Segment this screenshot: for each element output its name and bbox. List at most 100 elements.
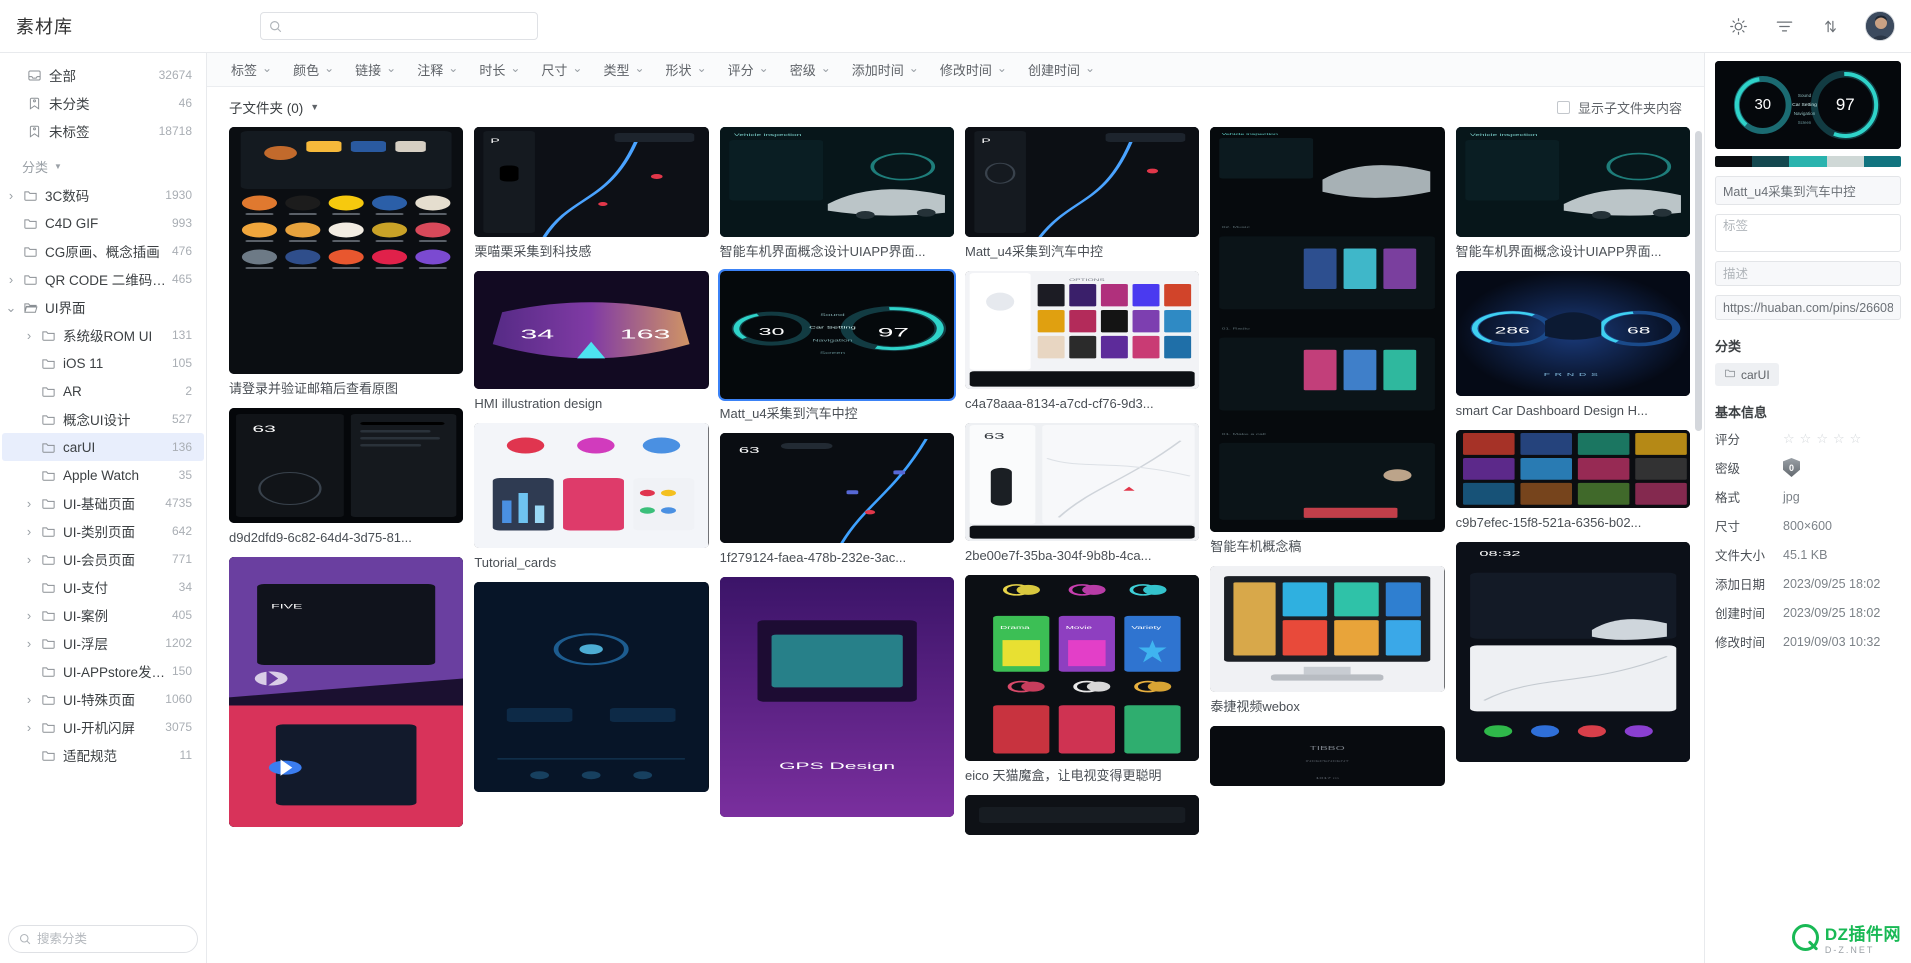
security-shield-icon[interactable]: 0 <box>1783 458 1800 477</box>
asset-thumbnail[interactable]: 63 <box>964 423 1200 541</box>
asset-card[interactable]: 08:32 <box>1455 542 1690 762</box>
sidebar-item-ui-基础页面[interactable]: › UI-基础页面 4735 <box>2 489 204 517</box>
chevron-right-icon[interactable]: › <box>20 525 38 538</box>
asset-card[interactable]: 286 68 FRNDS smart Car Dashboard Design H..… <box>1455 271 1690 419</box>
palette-swatch-1[interactable] <box>1752 156 1790 167</box>
filter-8[interactable]: 评分 ⌄ <box>718 57 779 82</box>
search-input[interactable] <box>288 18 529 34</box>
asset-card[interactable]: 63 d9d2dfd9-6c82-64d4-3d75-81... <box>229 408 464 546</box>
asset-card[interactable]: 30 97 Sound Car Setting Navigation Screen Matt… <box>717 269 956 422</box>
star-icon[interactable]: ☆ <box>1850 431 1862 447</box>
sidebar-item-适配规范[interactable]: 适配规范 11 <box>2 741 204 769</box>
filter-icon[interactable] <box>1773 15 1795 37</box>
asset-thumbnail[interactable]: Vehicle inspection <box>1455 127 1690 237</box>
asset-thumbnail[interactable]: P <box>964 127 1200 237</box>
sidebar-item-ui-类别页面[interactable]: › UI-类别页面 642 <box>2 517 204 545</box>
star-icon[interactable]: ☆ <box>1816 431 1828 447</box>
asset-thumbnail[interactable] <box>1455 430 1690 508</box>
global-search[interactable] <box>260 12 538 40</box>
asset-thumbnail[interactable]: 08:32 <box>1455 542 1690 762</box>
subfolder-toggle[interactable]: 子文件夹 (0) ▼ <box>229 97 319 117</box>
asset-tags-field[interactable] <box>1715 214 1901 252</box>
asset-card[interactable]: c9b7efec-15f8-521a-6356-b02... <box>1455 430 1690 531</box>
star-icon[interactable]: ☆ <box>1833 431 1845 447</box>
asset-thumbnail[interactable]: 63 <box>719 433 954 543</box>
asset-thumbnail[interactable]: GPS Design <box>719 577 954 817</box>
asset-tags-input[interactable] <box>1723 219 1893 233</box>
asset-card[interactable]: Drama Movie Variety eico 天猫魔盒，让电视变得更聪明 <box>964 575 1200 784</box>
palette-swatch-3[interactable] <box>1826 156 1864 167</box>
sidebar-item-carui[interactable]: carUI 136 <box>2 433 204 461</box>
asset-card[interactable]: P 栗喵栗采集到科技感 <box>474 127 709 260</box>
asset-thumbnail[interactable]: FIVE <box>229 557 464 827</box>
asset-thumbnail[interactable]: 34 163 <box>474 271 709 389</box>
sidebar-item-uncategorized[interactable]: 未分类 46 <box>2 89 204 117</box>
asset-thumbnail[interactable]: OPTIONS <box>964 271 1200 389</box>
palette-swatch-4[interactable] <box>1863 156 1901 167</box>
sidebar-item-qr-code-二维码风格设计[interactable]: › QR CODE 二维码风格设计 465 <box>2 265 204 293</box>
sidebar-item-概念ui设计[interactable]: 概念UI设计 527 <box>2 405 204 433</box>
asset-card[interactable]: GPS Design <box>719 577 954 817</box>
asset-card[interactable]: TIBBO INDEPENDENT 1017 m <box>1210 726 1445 786</box>
asset-card[interactable]: Vehicle inspection 智能车机界面概念设计UIAPP界面... <box>1455 127 1690 260</box>
filter-1[interactable]: 颜色 ⌄ <box>283 57 344 82</box>
asset-card[interactable]: Vehicle inspection 智能车机界面概念设计UIAPP界面... <box>719 127 954 260</box>
sidebar-item-系统级rom-ui[interactable]: › 系统级ROM UI 131 <box>2 321 204 349</box>
brightness-icon[interactable] <box>1727 15 1749 37</box>
filter-2[interactable]: 链接 ⌄ <box>345 57 406 82</box>
asset-card[interactable] <box>964 795 1200 835</box>
asset-thumbnail[interactable]: Drama Movie Variety <box>964 575 1200 761</box>
sidebar-item-ar[interactable]: AR 2 <box>2 377 204 405</box>
asset-thumbnail[interactable] <box>1210 566 1445 692</box>
filter-11[interactable]: 修改时间 ⌄ <box>930 57 1017 82</box>
sidebar-item-ui-特殊页面[interactable]: › UI-特殊页面 1060 <box>2 685 204 713</box>
filter-3[interactable]: 注释 ⌄ <box>407 57 468 82</box>
sidebar-item-3c数码[interactable]: › 3C数码 1930 <box>2 181 204 209</box>
asset-title-field[interactable]: Matt_u4采集到汽车中控 <box>1715 176 1901 205</box>
chevron-right-icon[interactable]: › <box>2 273 20 286</box>
asset-card[interactable]: 泰捷视频webox <box>1210 566 1445 715</box>
asset-thumbnail[interactable] <box>474 582 709 792</box>
category-chip-carui[interactable]: carUI <box>1715 363 1779 386</box>
asset-description-field[interactable] <box>1715 261 1901 286</box>
star-icon[interactable]: ☆ <box>1783 431 1795 447</box>
asset-card[interactable]: FIVE <box>229 557 464 827</box>
star-icon[interactable]: ☆ <box>1800 431 1812 447</box>
asset-thumbnail[interactable]: 63 <box>229 408 464 523</box>
sidebar-search-input[interactable] <box>37 932 187 946</box>
asset-card[interactable]: Tutorial_cards <box>474 423 709 571</box>
asset-thumbnail[interactable] <box>474 423 709 548</box>
sidebar-group-categories[interactable]: 分类 ▼ <box>0 151 206 181</box>
checkbox[interactable] <box>1556 100 1570 114</box>
preview-thumbnail[interactable]: 30 97 Sound Car Setting Navigation Scree… <box>1715 61 1901 149</box>
palette-swatch-0[interactable] <box>1715 156 1753 167</box>
sidebar-item-cg原画、概念插画[interactable]: CG原画、概念插画 476 <box>2 237 204 265</box>
chevron-right-icon[interactable]: › <box>20 553 38 566</box>
asset-thumbnail[interactable]: 30 97 Sound Car Setting Navigation Screen <box>717 269 956 401</box>
sidebar-item-ios-11[interactable]: iOS 11 105 <box>2 349 204 377</box>
chevron-right-icon[interactable]: › <box>20 721 38 734</box>
sidebar-item-all[interactable]: 全部 32674 <box>2 61 204 89</box>
filter-10[interactable]: 添加时间 ⌄ <box>842 57 929 82</box>
rating-stars[interactable]: ☆ ☆ ☆ ☆ ☆ <box>1783 431 1861 447</box>
asset-card[interactable]: 63 2be00e7f-35ba-304f-9b8b-4ca... <box>964 423 1200 564</box>
sort-icon[interactable] <box>1819 15 1841 37</box>
filter-7[interactable]: 形状 ⌄ <box>656 57 717 82</box>
sidebar-item-ui-appstore发布图[interactable]: UI-APPstore发布图 150 <box>2 657 204 685</box>
grid-scrollbar[interactable] <box>1695 131 1702 431</box>
asset-card[interactable]: 请登录并验证邮箱后查看原图 <box>229 127 464 397</box>
asset-thumbnail[interactable]: P <box>474 127 709 237</box>
filter-0[interactable]: 标签 ⌄ <box>221 57 282 82</box>
sidebar-item-ui-开机闪屏[interactable]: › UI-开机闪屏 3075 <box>2 713 204 741</box>
chevron-right-icon[interactable]: › <box>20 329 38 342</box>
chevron-right-icon[interactable]: › <box>20 693 38 706</box>
avatar[interactable] <box>1865 11 1895 41</box>
asset-thumbnail[interactable]: TIBBO INDEPENDENT 1017 m <box>1210 726 1445 786</box>
asset-card[interactable]: 34 163 HMI illustration design <box>474 271 709 412</box>
asset-card[interactable]: OPTIONS c4a78aaa-8134-a7cd-cf76-9d3... <box>964 271 1200 412</box>
asset-thumbnail[interactable]: Vehicle inspection <box>719 127 954 237</box>
chevron-right-icon[interactable]: › <box>20 637 38 650</box>
filter-9[interactable]: 密级 ⌄ <box>780 57 841 82</box>
filter-5[interactable]: 尺寸 ⌄ <box>531 57 592 82</box>
asset-card[interactable]: Vehicle inspection 02. Music 01. Radio 01. … <box>1210 127 1445 555</box>
